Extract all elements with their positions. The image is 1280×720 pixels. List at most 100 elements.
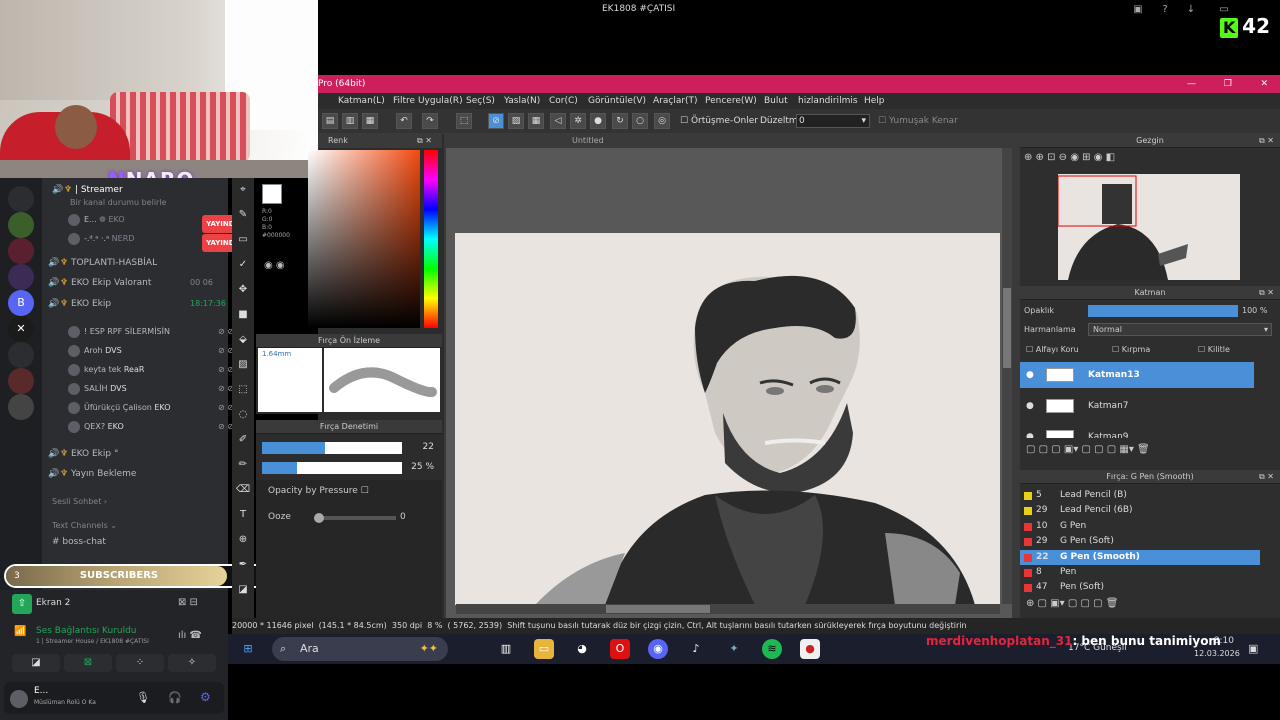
server-icon[interactable] [8, 212, 34, 238]
voice-user[interactable]: Üfürükçü Çalison EKO ⊘ ⊘ [68, 400, 238, 416]
voice-channel[interactable]: 🔊♆ Yayın Bekleme [48, 466, 136, 482]
taskbar-search[interactable]: ⌕ Ara ✦✦ [272, 637, 448, 661]
headphone-icon[interactable]: 🎧 [168, 691, 182, 704]
bucket-icon[interactable]: ⬙ [235, 332, 251, 348]
menu-item[interactable]: Help [864, 93, 885, 109]
main-color-swatch[interactable] [262, 184, 282, 204]
kilitle-toggle[interactable]: ☐ Kilitle [1198, 345, 1230, 354]
drawing-canvas[interactable] [455, 233, 1000, 605]
text-icon[interactable]: T [235, 507, 251, 523]
opaklik-slider[interactable] [1088, 305, 1238, 317]
server-icon[interactable] [8, 264, 34, 290]
close-button[interactable]: ✕ [1260, 75, 1268, 93]
perspective-icon[interactable]: ◁ [550, 113, 566, 129]
menu-item[interactable]: hizlandirilmis [798, 93, 858, 109]
alfa-koru-toggle[interactable]: ☐ Alfayı Koru [1026, 345, 1079, 354]
brush-item[interactable]: 10 G Pen [1020, 519, 1260, 534]
canvas-tab[interactable]: Untitled [446, 134, 1012, 148]
voice-user[interactable]: keyta tek ReaR ⊘ ⊘ [68, 362, 238, 378]
layer-tools[interactable]: ▢ ▢ ▢ ▣▾ ▢ ▢ ▢ ▦▾ 🗑 [1026, 444, 1150, 455]
eye-icon[interactable]: ● [1026, 362, 1034, 388]
color-mode-icons[interactable]: ◉ ◉ [264, 260, 285, 271]
download-icon[interactable]: ↓ [1185, 4, 1197, 16]
brush-item[interactable]: 29 Lead Pencil (6B) [1020, 503, 1260, 518]
help-icon[interactable]: ? [1159, 4, 1171, 16]
voice-user[interactable]: Aroh DVS ⊘ ⊘ [68, 343, 238, 359]
clip-studio-icon[interactable]: ● [800, 639, 820, 659]
task-view-icon[interactable]: ▥ [496, 639, 516, 659]
brush-icon[interactable]: ✐ [235, 432, 251, 448]
menu-item[interactable]: Bulut [764, 93, 788, 109]
opera-icon[interactable]: O [610, 639, 630, 659]
category-text-channels[interactable]: Text Channels ⌄ [52, 518, 117, 534]
tiktok-icon[interactable]: ♪ [686, 639, 706, 659]
undo-icon[interactable]: ↶ [396, 113, 412, 129]
size-slider[interactable] [262, 442, 402, 454]
minimize-button[interactable]: — [1187, 75, 1196, 93]
move-icon[interactable]: ✥ [235, 282, 251, 298]
save-icon[interactable]: ▦ [362, 113, 378, 129]
color-field[interactable] [308, 150, 420, 328]
fill-icon[interactable]: ■ [235, 307, 251, 323]
snap-icon[interactable]: ⊘ [488, 113, 504, 129]
brush-item[interactable]: 47 Pen (Soft) [1020, 580, 1260, 595]
windows-start-icon[interactable]: ⊞ [238, 639, 258, 659]
target-icon[interactable]: ◎ [654, 113, 670, 129]
circle-icon[interactable]: ● [590, 113, 606, 129]
menu-item[interactable]: Pencere(W) [705, 93, 757, 109]
duzeltme-select[interactable]: 0 ▾ [796, 114, 870, 128]
operation-icon[interactable]: ⊕ [235, 532, 251, 548]
eye-icon[interactable]: ● [1026, 424, 1034, 438]
kirpma-toggle[interactable]: ☐ Kırpma [1112, 345, 1150, 354]
frame-icon[interactable]: ▭ [235, 232, 251, 248]
voice-user[interactable]: SALİH DVS ⊘ ⊘ [68, 381, 238, 397]
menu-item[interactable]: Katman(L) [338, 93, 385, 109]
voice-user[interactable]: E... ❁ EKO YAYINDA [68, 212, 248, 233]
canvas-vscroll[interactable] [1002, 148, 1012, 604]
select-icon[interactable]: ⬚ [456, 113, 472, 129]
text-channel-boss-chat[interactable]: # boss-chat [52, 534, 106, 550]
voice-channel[interactable]: 🔊♆ EKO Ekip Valorant 00 06 [48, 275, 228, 291]
lasso-icon[interactable]: ↻ [612, 113, 628, 129]
server-icon[interactable] [8, 368, 34, 394]
opacity-value[interactable]: 25 % [406, 462, 434, 472]
menu-item[interactable]: Filtre Uygula(R) [393, 93, 463, 109]
blend-mode-select[interactable]: Normal ▾ [1088, 323, 1272, 336]
server-icon[interactable]: B [8, 290, 34, 316]
selection-icon[interactable]: ⬚ [235, 382, 251, 398]
channel-status[interactable]: Bir kanal durumu belirle [70, 198, 166, 207]
pen-tool-icon[interactable]: ⌖ [235, 182, 251, 198]
maximize-button[interactable]: ❐ [1224, 75, 1232, 93]
ooze-slider[interactable] [314, 513, 396, 523]
brush-item[interactable]: 22 G Pen (Smooth) [1020, 549, 1260, 565]
spotify-icon[interactable]: ≋ [762, 639, 782, 659]
opaklik-value[interactable]: 100 % [1242, 306, 1267, 315]
menu-item[interactable]: Araçlar(T) [653, 93, 698, 109]
eye-icon[interactable]: ● [1026, 393, 1034, 419]
voice-channel-streamer[interactable]: 🔊♆ | Streamer [52, 182, 123, 198]
rotate-icon[interactable]: ○ [632, 113, 648, 129]
camera-button[interactable]: ◪ [12, 654, 60, 672]
gear-icon[interactable]: ⚙ [200, 690, 211, 704]
paint-icon[interactable]: ◕ [572, 639, 592, 659]
server-icon[interactable] [8, 394, 34, 420]
screen-share-controls[interactable]: ⊠ ⊟ [178, 597, 198, 608]
canvas-hscroll[interactable] [456, 604, 1000, 614]
voice-user[interactable]: ! ESP RPF SİLERMİSİN ⊘ ⊘ [68, 324, 238, 340]
cast-icon[interactable]: ▣ [1132, 4, 1144, 16]
new-icon[interactable]: ▤ [322, 113, 338, 129]
category-sesli-sohbet[interactable]: Sesli Sohbet › [52, 494, 107, 510]
layer-row[interactable]: ● Katman7 [1020, 393, 1254, 419]
symmetry-icon[interactable]: ✲ [570, 113, 586, 129]
disconnect-icon[interactable]: ılı ☎ [178, 630, 202, 641]
hue-slider[interactable] [424, 150, 438, 328]
lasso-icon[interactable]: ◌ [235, 407, 251, 423]
navigator-tools[interactable]: ⊕ ⊕ ⊡ ⊖ ◉ ⊞ ◉ ◧ [1024, 152, 1115, 163]
brush-item[interactable]: 8 Pen [1020, 565, 1260, 580]
avatar[interactable] [10, 690, 28, 708]
menu-item[interactable]: Görüntüle(V) [588, 93, 646, 109]
notification-icon[interactable]: ▣ [1248, 642, 1258, 655]
layer-row[interactable]: ● Katman9 [1020, 424, 1254, 438]
app-icon[interactable]: ✦ [724, 639, 744, 659]
open-icon[interactable]: ▥ [342, 113, 358, 129]
